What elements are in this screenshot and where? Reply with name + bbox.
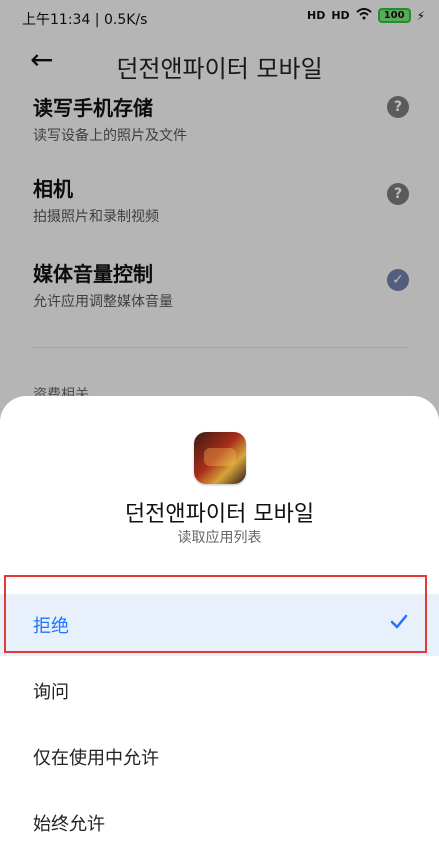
option-ask[interactable]: 询问 [0, 660, 439, 722]
option-label: 询问 [33, 682, 69, 703]
option-always-allow[interactable]: 始终允许 [0, 792, 439, 854]
sheet-permission-name: 读取应用列表 [177, 530, 262, 546]
highlight-box [4, 575, 427, 653]
option-label: 始终允许 [33, 814, 105, 835]
option-allow-while-in-use[interactable]: 仅在使用中允许 [0, 726, 439, 788]
option-label: 仅在使用中允许 [33, 748, 159, 769]
app-icon [194, 432, 246, 484]
sheet-app-name: 던전앤파이터 모바일 [124, 502, 315, 527]
